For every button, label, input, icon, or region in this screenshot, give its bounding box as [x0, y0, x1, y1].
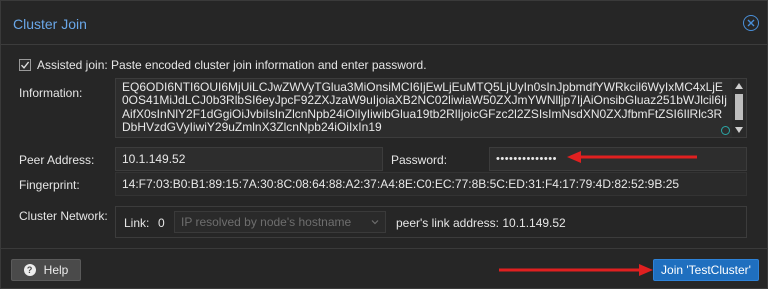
password-label: Password: [391, 153, 448, 167]
input-status-icon [721, 126, 730, 135]
help-button-label: Help [43, 263, 69, 277]
fingerprint-label: Fingerprint: [19, 178, 80, 192]
fingerprint-value: 14:F7:03:B0:B1:89:15:7A:30:8C:08:64:88:A… [115, 172, 747, 196]
question-icon: ? [23, 264, 36, 276]
dialog-title: Cluster Join [13, 16, 87, 32]
cluster-network-label: Cluster Network: [19, 209, 108, 223]
close-icon[interactable] [743, 15, 759, 31]
link-select-value: IP resolved by node's hostname [181, 215, 352, 229]
information-scrollbar[interactable] [732, 79, 746, 137]
information-label: Information: [19, 86, 83, 100]
information-textarea[interactable]: EQ6ODI6NTI6OUI6MjUiLCJwZWVyTGlua3MiOnsiM… [115, 78, 747, 138]
assisted-join-label: Assisted join: Paste encoded cluster joi… [37, 58, 427, 72]
scroll-down-icon[interactable] [735, 127, 743, 133]
dialog-titlebar: Cluster Join [1, 1, 767, 45]
information-text: EQ6ODI6NTI6OUI6MjUiLCJwZWVyTGlua3MiOnsiM… [122, 80, 727, 135]
dialog-body: Assisted join: Paste encoded cluster joi… [9, 46, 761, 246]
link-address-select[interactable]: IP resolved by node's hostname [174, 211, 386, 233]
scroll-up-icon[interactable] [735, 83, 743, 89]
join-cluster-button[interactable]: Join 'TestCluster' [653, 259, 759, 281]
peer-address-label: Peer Address: [19, 153, 95, 167]
checkmark-icon [20, 61, 30, 69]
link-number: 0 [158, 216, 165, 230]
dialog-footer: ? Help Join 'TestCluster' [1, 248, 767, 288]
help-button[interactable]: ? Help [11, 259, 81, 281]
arrow-annotation-password [567, 151, 697, 163]
cluster-join-dialog: Cluster Join Assisted join: Paste encode… [0, 0, 768, 289]
assisted-join-checkbox[interactable] [19, 59, 31, 71]
peer-link-address: peer's link address: 10.1.149.52 [396, 216, 566, 230]
link-label: Link: [124, 216, 150, 230]
scroll-thumb[interactable] [735, 94, 743, 120]
assisted-join-row: Assisted join: Paste encoded cluster joi… [19, 58, 427, 72]
cluster-network-box: Link: 0 IP resolved by node's hostname p… [115, 206, 747, 238]
peer-address-input[interactable]: 10.1.149.52 [115, 147, 383, 171]
arrow-annotation-join [499, 264, 653, 276]
chevron-down-icon [371, 220, 379, 225]
